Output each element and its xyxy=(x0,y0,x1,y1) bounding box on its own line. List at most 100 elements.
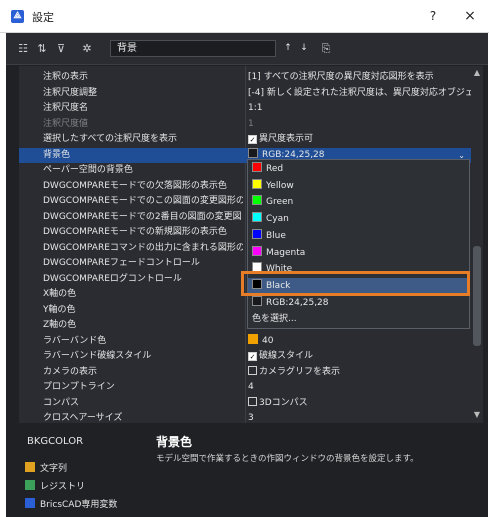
color-option-label: Blue xyxy=(266,230,286,241)
property-value-text: 40 xyxy=(262,335,274,346)
property-value[interactable]: ✓ 破線スタイル xyxy=(248,349,471,364)
color-swatch xyxy=(252,162,262,172)
property-name: DWGCOMPAREモードでのこの図面の変更図形の xyxy=(43,196,243,206)
color-swatch xyxy=(252,228,262,239)
color-option[interactable]: RGB:24,25,28 xyxy=(248,295,469,312)
link-string[interactable]: 文字列 xyxy=(25,462,67,476)
property-value[interactable]: 3 xyxy=(248,411,471,423)
color-option-label: Yellow xyxy=(266,180,294,191)
previous-match-button[interactable]: ↑ xyxy=(281,41,295,55)
property-name: DWGCOMPAREモードでの欠落図形の表示色 xyxy=(43,180,227,191)
color-option[interactable]: Cyan xyxy=(248,211,469,228)
title-bar: ⟁ 設定 ? × xyxy=(0,0,489,33)
bricscad-icon xyxy=(25,498,35,508)
scroll-up-icon[interactable]: ▲ xyxy=(471,68,483,78)
property-value[interactable]: ✓ 異尺度表示可 xyxy=(248,132,471,147)
link-registry[interactable]: レジストリ xyxy=(25,480,85,494)
property-name: 注釈尺度値 xyxy=(43,118,89,129)
property-row[interactable]: ラバーバンド破線スタイル ✓ 破線スタイル xyxy=(19,349,471,364)
alphabetical-view-icon[interactable]: ⇅ xyxy=(35,42,49,55)
color-option-label: Red xyxy=(266,164,284,174)
property-row[interactable]: 注釈尺度名 1:1 xyxy=(19,101,471,116)
color-swatch xyxy=(248,333,258,344)
property-name: Z軸の色 xyxy=(43,320,77,330)
property-value-text: カメラグリフを表示 xyxy=(259,366,341,377)
property-value[interactable]: 4 xyxy=(248,380,471,395)
scroll-down-icon[interactable]: ▼ xyxy=(471,410,483,420)
variable-name: BKGCOLOR xyxy=(27,436,84,447)
scroll-thumb[interactable] xyxy=(473,246,481,346)
color-swatch xyxy=(252,295,262,306)
property-name: DWGCOMPAREモードでの新規図形の表示色 xyxy=(43,227,227,237)
property-value-text: 3Dコンパス xyxy=(259,397,308,408)
next-match-button[interactable]: ↓ xyxy=(297,41,311,55)
color-option-label: Magenta xyxy=(266,247,306,258)
property-name: カメラの表示 xyxy=(43,366,98,377)
property-name: DWGCOMPAREモードでの2番目の図面の変更図 xyxy=(43,211,242,222)
vertical-scrollbar[interactable]: ▲ ▼ xyxy=(471,66,483,423)
window-title: 設定 xyxy=(32,11,54,24)
checkbox[interactable]: ✓ xyxy=(248,135,257,144)
categorized-view-icon[interactable]: ☷ xyxy=(16,42,30,55)
property-value[interactable]: [-4] 新しく設定された注釈尺度は、異尺度対応オブジェク xyxy=(248,86,471,101)
property-value[interactable]: [1] すべての注釈尺度の異尺度対応図形を表示 xyxy=(248,70,471,85)
property-name: 注釈尺度調整 xyxy=(43,87,98,98)
property-name: プロンプトライン xyxy=(43,382,115,392)
property-name: コンパス xyxy=(43,397,80,408)
property-name: DWGCOMPAREログコントロール xyxy=(43,273,182,284)
property-name: Y軸の色 xyxy=(43,304,76,315)
color-swatch xyxy=(248,147,258,158)
property-value-text: 破線スタイル xyxy=(259,351,314,361)
property-value-text: 4 xyxy=(248,382,254,392)
property-name: ラバーバンド破線スタイル xyxy=(43,351,152,361)
property-value-text: [1] すべての注釈尺度の異尺度対応図形を表示 xyxy=(248,72,434,82)
property-row[interactable]: プロンプトライン 4 xyxy=(19,380,471,395)
property-value[interactable]: 3Dコンパス xyxy=(248,396,471,411)
property-name: 選択したすべての注釈尺度を表示 xyxy=(43,134,178,144)
property-name: DWGCOMPAREフェードコントロール xyxy=(43,258,200,268)
property-name: クロスヘアーサイズ xyxy=(43,413,123,423)
string-icon xyxy=(25,462,35,472)
color-option[interactable]: Green xyxy=(248,194,469,211)
settings-gear-icon[interactable]: ✲ xyxy=(80,42,94,55)
color-swatch xyxy=(252,195,262,206)
checkbox[interactable]: ✓ xyxy=(248,352,257,361)
property-value[interactable]: 1:1 xyxy=(248,101,471,116)
checkbox[interactable] xyxy=(248,396,257,406)
checkbox[interactable] xyxy=(248,365,257,375)
filter-icon[interactable]: ⊽ xyxy=(54,42,68,55)
property-row[interactable]: コンパス 3Dコンパス xyxy=(19,396,471,411)
property-value-text: 3 xyxy=(248,413,254,423)
app-logo-icon: ⟁ xyxy=(11,10,24,23)
property-row[interactable]: クロスヘアーサイズ 3 xyxy=(19,411,471,423)
export-icon[interactable]: ⎘ xyxy=(319,42,333,55)
color-swatch xyxy=(252,178,262,189)
color-option-label: 色を選択... xyxy=(252,314,297,325)
property-row[interactable]: ラバーバンド色 40 xyxy=(19,333,471,349)
property-value-text: 異尺度表示可 xyxy=(259,134,314,144)
property-value[interactable]: カメラグリフを表示 xyxy=(248,365,471,380)
property-row[interactable]: 選択したすべての注釈尺度を表示 ✓ 異尺度表示可 xyxy=(19,132,471,147)
property-name: ペーパー空間の背景色 xyxy=(43,165,133,175)
property-row[interactable]: 注釈の表示 [1] すべての注釈尺度の異尺度対応図形を表示 xyxy=(19,70,471,85)
help-button[interactable]: ? xyxy=(424,7,442,25)
color-option[interactable]: Red xyxy=(248,161,469,178)
property-value[interactable]: 40 xyxy=(248,333,471,349)
color-option[interactable]: Magenta xyxy=(248,245,469,262)
property-value-text: RGB:24,25,28 xyxy=(262,149,325,160)
property-name: 注釈尺度名 xyxy=(43,103,89,113)
color-dropdown-list: Red Yellow Green Cyan Blue Magenta White Black R… xyxy=(247,159,470,329)
description-text: モデル空間で作業するときの作図ウィンドウの背景色を設定します。 xyxy=(156,454,419,464)
property-row[interactable]: 注釈尺度値 1 xyxy=(19,117,471,132)
color-option[interactable]: Yellow xyxy=(248,178,469,195)
close-button[interactable]: × xyxy=(460,6,480,26)
link-bricscad[interactable]: BricsCAD専用変数 xyxy=(25,498,117,512)
focus-highlight-frame xyxy=(241,271,470,296)
registry-icon xyxy=(25,480,35,490)
color-option[interactable]: Blue xyxy=(248,228,469,245)
property-row[interactable]: 注釈尺度調整 [-4] 新しく設定された注釈尺度は、異尺度対応オブジェク xyxy=(19,86,471,101)
color-option[interactable]: 色を選択... xyxy=(248,311,469,328)
color-option-label: Green xyxy=(266,197,294,208)
search-input[interactable]: 背景 xyxy=(110,40,276,57)
property-row[interactable]: カメラの表示 カメラグリフを表示 xyxy=(19,365,471,380)
